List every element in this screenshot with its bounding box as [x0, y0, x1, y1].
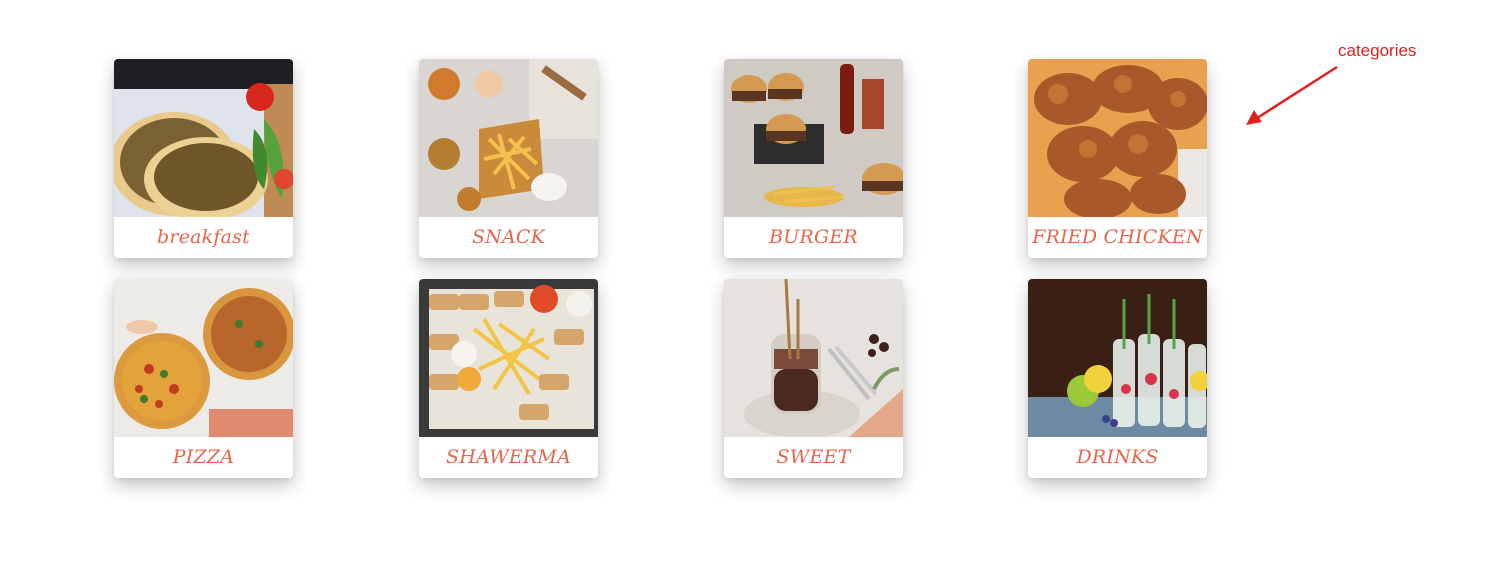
chocolate-dessert-jar-photo: [724, 279, 903, 437]
category-label: SWEET: [776, 446, 851, 468]
category-label: PIZZA: [172, 446, 235, 468]
category-card-drinks[interactable]: DRINKS: [1028, 279, 1207, 478]
lemonade-bottles-photo: [1028, 279, 1207, 437]
category-label: SNACK: [471, 226, 546, 248]
category-card-burger[interactable]: BURGER: [724, 59, 903, 258]
fried-chicken-photo: [1028, 59, 1207, 217]
shawarma-wraps-photo: [419, 279, 598, 437]
category-card-breakfast[interactable]: breakfast: [114, 59, 293, 258]
pizza-photo: [114, 279, 293, 437]
category-card-fried-chicken[interactable]: FRIED CHICKEN: [1028, 59, 1207, 258]
annotation-arrow-icon: [1246, 65, 1338, 125]
categories-annotation: categories: [1338, 41, 1417, 60]
burgers-and-cola-photo: [724, 59, 903, 217]
category-label: FRIED CHICKEN: [1032, 226, 1203, 248]
category-card-shawerma[interactable]: SHAWERMA: [419, 279, 598, 478]
category-label: BURGER: [769, 226, 858, 248]
category-label: DRINKS: [1076, 446, 1159, 468]
category-label: SHAWERMA: [445, 446, 572, 468]
snack-platter-photo: [419, 59, 598, 217]
category-label: breakfast: [157, 226, 250, 248]
category-card-snack[interactable]: SNACK: [419, 59, 598, 258]
category-card-sweet[interactable]: SWEET: [724, 279, 903, 478]
manakish-zaatar-photo: [114, 59, 293, 217]
category-card-pizza[interactable]: PIZZA: [114, 279, 293, 478]
